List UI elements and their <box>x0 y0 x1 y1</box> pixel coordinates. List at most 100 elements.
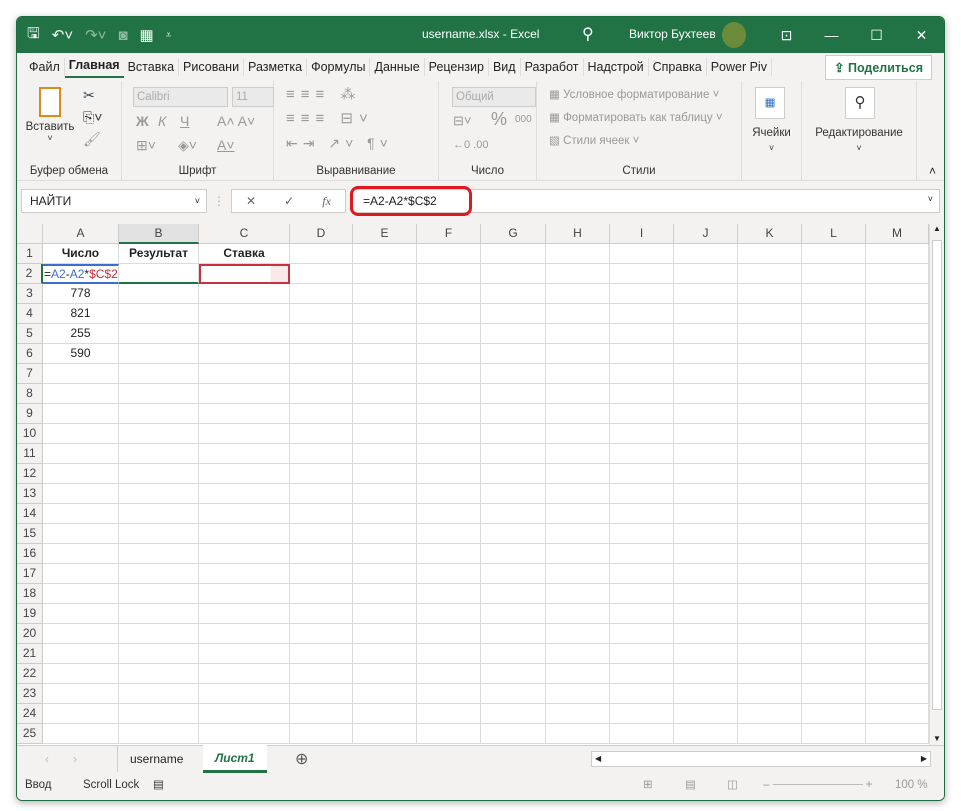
cell-D12[interactable] <box>290 464 353 484</box>
cell-I21[interactable] <box>610 644 674 664</box>
cell-K3[interactable] <box>738 284 802 304</box>
cell-G12[interactable] <box>481 464 546 484</box>
cell-F7[interactable] <box>417 364 481 384</box>
cell-B11[interactable] <box>119 444 199 464</box>
cell-A23[interactable] <box>43 684 119 704</box>
cell-E23[interactable] <box>353 684 417 704</box>
row-header-5[interactable]: 5 <box>17 324 43 344</box>
cell-K12[interactable] <box>738 464 802 484</box>
thousands-button[interactable]: 000 <box>515 114 532 125</box>
cell-A19[interactable] <box>43 604 119 624</box>
column-header-A[interactable]: A <box>43 224 119 244</box>
cell-C9[interactable] <box>199 404 290 424</box>
cell-L13[interactable] <box>802 484 866 504</box>
italic-button[interactable]: К <box>158 113 166 129</box>
cell-H23[interactable] <box>546 684 610 704</box>
cell-F13[interactable] <box>417 484 481 504</box>
tab-4[interactable]: Разметка <box>244 58 307 76</box>
cell-I9[interactable] <box>610 404 674 424</box>
cell-B23[interactable] <box>119 684 199 704</box>
chevron-down-icon[interactable]: ˅ <box>195 190 200 212</box>
tab-1[interactable]: Главная <box>65 56 124 78</box>
cell-A4[interactable]: 821 <box>43 304 119 324</box>
cell-F17[interactable] <box>417 564 481 584</box>
cell-I13[interactable] <box>610 484 674 504</box>
cell-F14[interactable] <box>417 504 481 524</box>
cell-A20[interactable] <box>43 624 119 644</box>
cell-C22[interactable] <box>199 664 290 684</box>
cell-D14[interactable] <box>290 504 353 524</box>
cell-H21[interactable] <box>546 644 610 664</box>
cell-I11[interactable] <box>610 444 674 464</box>
cell-B4[interactable] <box>119 304 199 324</box>
cell-E10[interactable] <box>353 424 417 444</box>
cell-B21[interactable] <box>119 644 199 664</box>
cell-M10[interactable] <box>866 424 929 444</box>
cell-K17[interactable] <box>738 564 802 584</box>
redo-icon[interactable]: ↷˅ <box>85 26 106 44</box>
cell-H11[interactable] <box>546 444 610 464</box>
expand-formula-icon[interactable]: ˅ <box>928 194 933 204</box>
row-header-6[interactable]: 6 <box>17 344 43 364</box>
bold-button[interactable]: Ж <box>136 113 149 129</box>
cell-D25[interactable] <box>290 724 353 744</box>
cell-L17[interactable] <box>802 564 866 584</box>
cell-A22[interactable] <box>43 664 119 684</box>
currency-icon[interactable]: ⊟˅ <box>453 113 471 129</box>
cell-I14[interactable] <box>610 504 674 524</box>
row-header-18[interactable]: 18 <box>17 584 43 604</box>
cell-F9[interactable] <box>417 404 481 424</box>
cell-M17[interactable] <box>866 564 929 584</box>
row-header-1[interactable]: 1 <box>17 244 43 264</box>
align-top-icons[interactable]: ≡≡≡ ⁂ <box>286 85 361 103</box>
cell-B7[interactable] <box>119 364 199 384</box>
cell-I4[interactable] <box>610 304 674 324</box>
cell-C12[interactable] <box>199 464 290 484</box>
cell-K25[interactable] <box>738 724 802 744</box>
cell-H3[interactable] <box>546 284 610 304</box>
row-header-4[interactable]: 4 <box>17 304 43 324</box>
cell-E21[interactable] <box>353 644 417 664</box>
cell-C1[interactable]: Ставка <box>199 244 290 264</box>
cell-G18[interactable] <box>481 584 546 604</box>
user-name[interactable]: Виктор Бухтеев <box>629 27 716 41</box>
cell-I17[interactable] <box>610 564 674 584</box>
column-header-I[interactable]: I <box>610 224 674 244</box>
row-header-19[interactable]: 19 <box>17 604 43 624</box>
cell-B22[interactable] <box>119 664 199 684</box>
cell-L15[interactable] <box>802 524 866 544</box>
cell-D4[interactable] <box>290 304 353 324</box>
cell-G24[interactable] <box>481 704 546 724</box>
cell-I24[interactable] <box>610 704 674 724</box>
cell-E9[interactable] <box>353 404 417 424</box>
fill-color-icon[interactable]: ◈˅ <box>178 137 197 154</box>
cell-E13[interactable] <box>353 484 417 504</box>
add-sheet-icon[interactable]: ⊕ <box>295 749 308 769</box>
cell-F10[interactable] <box>417 424 481 444</box>
sheet-tab-username[interactable]: username <box>117 746 195 772</box>
cell-L10[interactable] <box>802 424 866 444</box>
cell-K24[interactable] <box>738 704 802 724</box>
cell-D17[interactable] <box>290 564 353 584</box>
cell-F5[interactable] <box>417 324 481 344</box>
cell-J6[interactable] <box>674 344 738 364</box>
cell-L22[interactable] <box>802 664 866 684</box>
cell-M1[interactable] <box>866 244 929 264</box>
cell-H10[interactable] <box>546 424 610 444</box>
cell-E1[interactable] <box>353 244 417 264</box>
cell-K19[interactable] <box>738 604 802 624</box>
cell-A5[interactable]: 255 <box>43 324 119 344</box>
cell-E16[interactable] <box>353 544 417 564</box>
cell-D1[interactable] <box>290 244 353 264</box>
avatar[interactable] <box>722 22 746 48</box>
cell-G17[interactable] <box>481 564 546 584</box>
cell-G8[interactable] <box>481 384 546 404</box>
prev-sheet-icon[interactable]: ‹ <box>45 752 49 766</box>
cell-F24[interactable] <box>417 704 481 724</box>
cell-A2[interactable]: =A2-A2*$C$2 <box>43 264 119 284</box>
cell-D9[interactable] <box>290 404 353 424</box>
cell-D18[interactable] <box>290 584 353 604</box>
cell-A9[interactable] <box>43 404 119 424</box>
cell-L11[interactable] <box>802 444 866 464</box>
cell-B16[interactable] <box>119 544 199 564</box>
